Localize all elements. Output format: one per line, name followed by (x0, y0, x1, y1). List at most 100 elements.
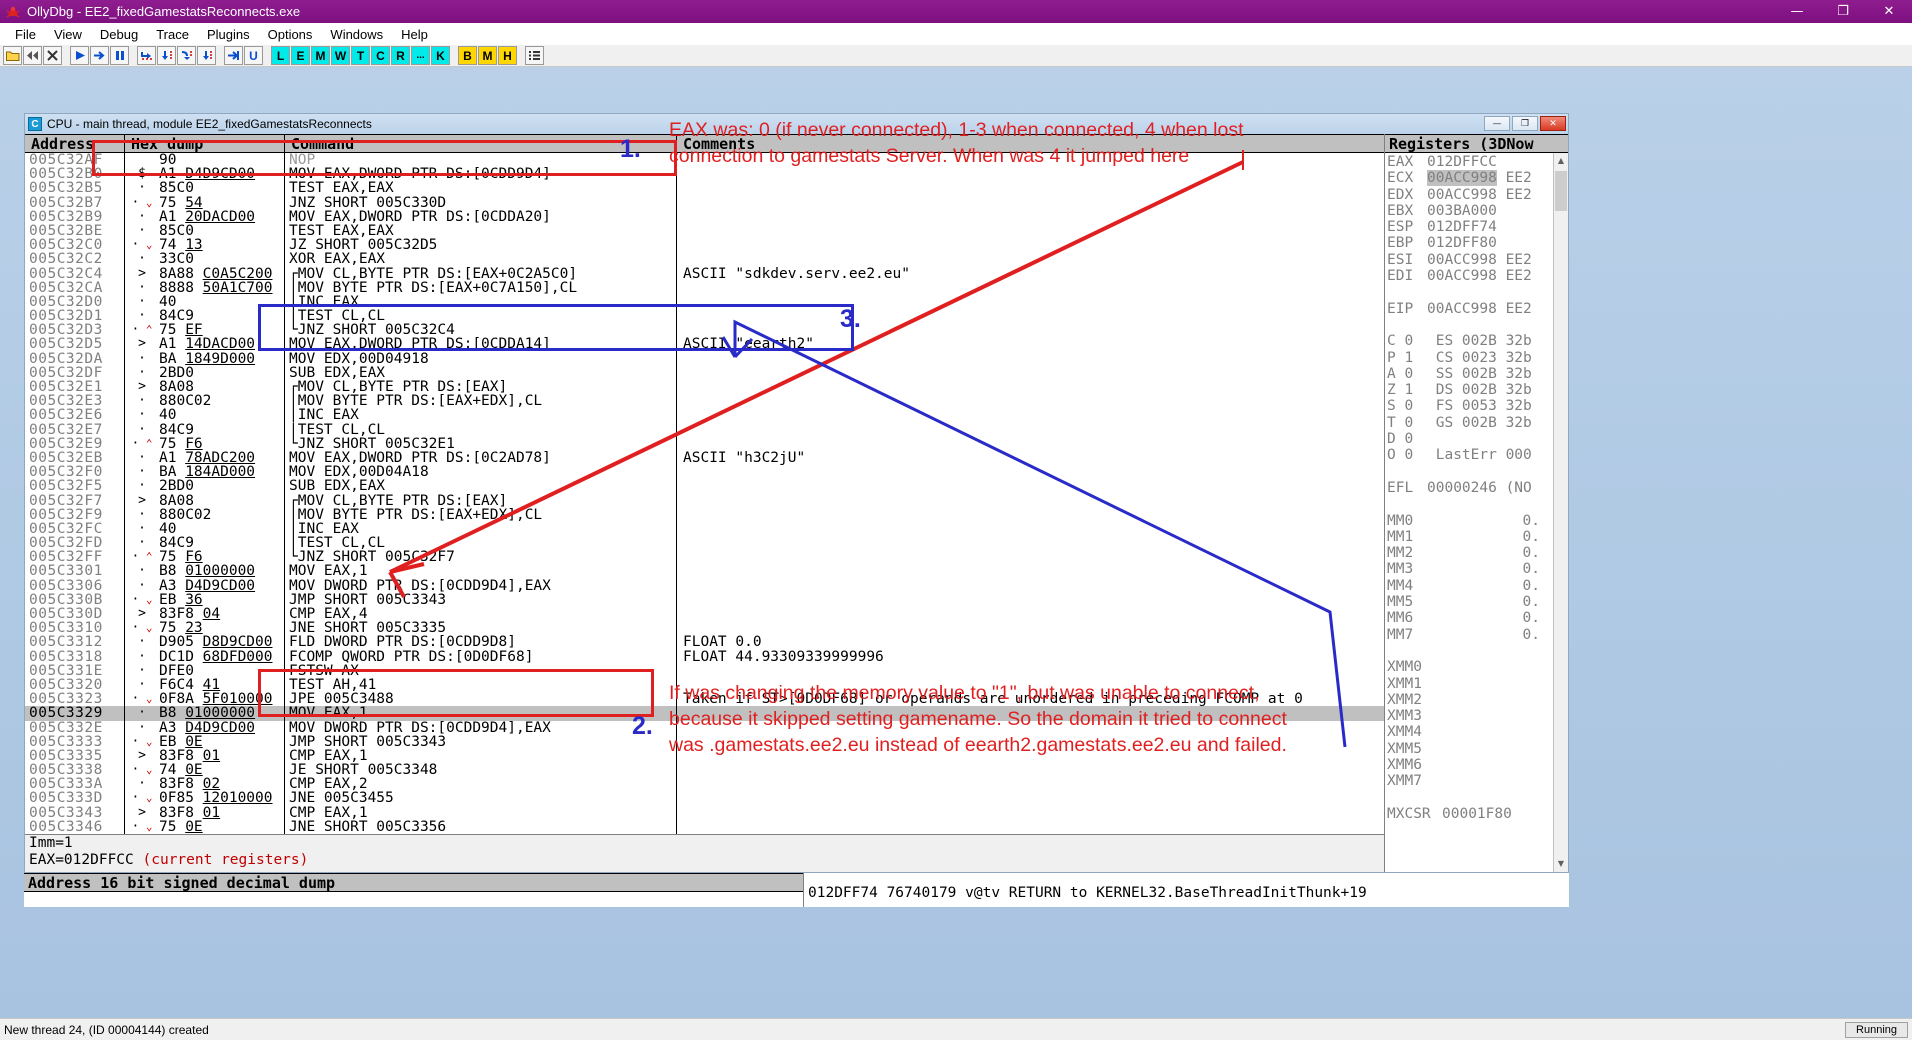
register-mm2[interactable]: MM2 0. (1387, 545, 1568, 561)
disassembly-row[interactable]: 005C3312 · D905 D8D9CD00 FLD DWORD PTR DS:[… (25, 635, 1384, 650)
disassembly-row[interactable]: 005C32D1 · 84C9 │TEST CL,CL (25, 309, 1384, 324)
step-run-icon[interactable] (90, 46, 109, 65)
disassembly-row[interactable]: 005C3320 · F6C4 41 TEST AH,41 (25, 677, 1384, 693)
scrollbar-thumb[interactable] (1555, 171, 1567, 211)
disassembly-row[interactable]: 005C3346 · ⌄ 75 0E JNE SHORT 005C3356 (25, 819, 1384, 834)
register-ecx[interactable]: ECX 00ACC998 EE2 (1387, 170, 1568, 187)
disassembly-row[interactable]: 005C331E · DFE0 FSTSW AX (25, 663, 1384, 678)
column-header-address[interactable]: Address (25, 135, 125, 152)
disassembly-row[interactable]: 005C32E6 · 40 │INC EAX (25, 408, 1384, 423)
run-trace-button[interactable]: R (391, 46, 410, 65)
register-ebx[interactable]: EBX 003BA000 (1387, 203, 1568, 219)
register-mxcsr[interactable]: MXCSR 00001F80 (1387, 806, 1568, 822)
options-list-icon[interactable] (525, 46, 544, 65)
register-edi[interactable]: EDI 00ACC998 EE2 (1387, 268, 1568, 284)
window-close-button[interactable]: ✕ (1866, 0, 1912, 23)
column-header-hexdump[interactable]: Hex dump (125, 135, 285, 152)
flag-o[interactable]: O 0 LastErr 000 (1387, 447, 1568, 463)
disassembly-row[interactable]: 005C32F5 · 2BD0 SUB EDX,EAX (25, 479, 1384, 494)
step-into-icon[interactable] (137, 46, 156, 65)
trace-over-icon[interactable] (197, 46, 216, 65)
register-xmm1[interactable]: XMM10 (1387, 676, 1568, 692)
disassembly-row[interactable]: 005C330D >83F8 04 CMP EAX,4 (25, 607, 1384, 622)
cpu-window-button[interactable]: C (371, 46, 390, 65)
register-esi[interactable]: ESI 00ACC998 EE2 (1387, 252, 1568, 268)
column-header-command[interactable]: Command (285, 135, 677, 152)
flag-a[interactable]: A 0 SS 002B 32b (1387, 366, 1568, 382)
flag-p[interactable]: P 1 CS 0023 32b (1387, 350, 1568, 366)
disassembly-listing[interactable]: 005C32AF 90 NOP 005C32B0 $ A1 D4D9CD00 MOV EAX… (25, 153, 1384, 834)
register-ebp[interactable]: EBP 012DFF80 (1387, 235, 1568, 251)
register-mm1[interactable]: MM1 0. (1387, 529, 1568, 545)
disassembly-row[interactable]: 005C32B0 $ A1 D4D9CD00 MOV EAX,DWORD PTR DS… (25, 167, 1384, 182)
menu-item-view[interactable]: View (45, 25, 91, 44)
cpu-close-button[interactable]: ✕ (1540, 116, 1566, 131)
register-mm4[interactable]: MM4 0. (1387, 578, 1568, 594)
disassembly-row[interactable]: 005C32DA · BA 1849D000 MOV EDX,00D04918 (25, 351, 1384, 366)
memory-dump-pane[interactable]: Address 16 bit signed decimal dump (24, 873, 804, 907)
disassembly-row[interactable]: 005C32CA · 8888 50A1C700 │MOV BYTE PTR DS:[… (25, 280, 1384, 295)
registers-listing[interactable]: EAX 012DFFCC ECX 00ACC998 EE2 EDX 00ACC998 EE… (1385, 153, 1568, 872)
disassembly-row[interactable]: 005C332E · A3 D4D9CD00 MOV DWORD PTR DS:[0C… (25, 720, 1384, 735)
register-xmm3[interactable]: XMM30 (1387, 708, 1568, 724)
flag-c[interactable]: C 0 ES 002B 32b (1387, 333, 1568, 349)
flag-z[interactable]: Z 1 DS 002B 32b (1387, 382, 1568, 398)
close-program-icon[interactable] (43, 46, 62, 65)
disassembly-row[interactable]: 005C32FC · 40 │INC EAX (25, 521, 1384, 537)
windows-window-button[interactable]: T (351, 46, 370, 65)
menu-item-plugins[interactable]: Plugins (198, 25, 259, 44)
restart-icon[interactable] (23, 46, 42, 65)
run-icon[interactable] (70, 46, 89, 65)
disassembly-row[interactable]: 005C3343 >83F8 01 CMP EAX,1 (25, 805, 1384, 820)
disassembly-row[interactable]: 005C3329 · B8 01000000 MOV EAX,1 (25, 706, 1384, 721)
disassembly-row[interactable]: 005C333D · ⌄ 0F85 12010000 JNE 005C3455 (25, 791, 1384, 806)
user-code-button[interactable]: U (244, 46, 263, 65)
register-xmm4[interactable]: XMM40 (1387, 724, 1568, 740)
stack-pane[interactable]: 012DFF74 76740179 v@tv RETURN to KERNEL3… (804, 873, 1569, 907)
scroll-down-icon[interactable]: ▼ (1554, 856, 1568, 872)
executables-window-button[interactable]: E (291, 46, 310, 65)
log-window-button[interactable]: L (271, 46, 290, 65)
disassembly-row[interactable]: 005C32BE · 85C0 TEST EAX,EAX (25, 223, 1384, 239)
column-header-comments[interactable]: Comments (677, 135, 1384, 152)
pause-icon[interactable] (110, 46, 129, 65)
execute-till-return-icon[interactable] (224, 46, 243, 65)
breakpoints-button[interactable]: B (458, 46, 477, 65)
open-folder-icon[interactable] (3, 46, 22, 65)
register-xmm7[interactable]: XMM70 (1387, 773, 1568, 789)
disassembly-row[interactable]: 005C32E7 · 84C9 │TEST CL,CL (25, 422, 1384, 437)
disassembly-row[interactable]: 005C32D0 · 40 │INC EAX (25, 294, 1384, 310)
register-efl[interactable]: EFL 00000246 (NO (1387, 480, 1568, 496)
flag-t[interactable]: T 0 GS 002B 32b (1387, 415, 1568, 431)
menu-item-options[interactable]: Options (259, 25, 322, 44)
disassembly-row[interactable]: 005C32B7 · ⌄ 75 54 JNZ SHORT 005C330D (25, 195, 1384, 210)
register-xmm6[interactable]: XMM60 (1387, 757, 1568, 773)
register-mm5[interactable]: MM5 0. (1387, 594, 1568, 610)
disassembly-row[interactable]: 005C32C0 · ⌄ 74 13 JZ SHORT 005C32D5 (25, 238, 1384, 253)
register-esp[interactable]: ESP 012DFF74 (1387, 219, 1568, 235)
window-minimize-button[interactable]: — (1774, 0, 1820, 23)
register-mm7[interactable]: MM7 0. (1387, 627, 1568, 643)
threads-window-button[interactable]: W (331, 46, 350, 65)
disassembly-row[interactable]: 005C32EB · A1 78ADC200 MOV EAX,DWORD PTR DS… (25, 450, 1384, 466)
disassembly-row[interactable]: 005C32D3 · ⌃ 75 EF └JNZ SHORT 005C32C4 (25, 323, 1384, 338)
disassembly-row[interactable]: 005C32DF · 2BD0 SUB EDX,EAX (25, 365, 1384, 380)
memory-map-button[interactable]: M (478, 46, 497, 65)
menu-item-file[interactable]: File (6, 25, 45, 44)
memory-window-button[interactable]: M (311, 46, 330, 65)
menu-item-trace[interactable]: Trace (147, 25, 198, 44)
step-over-icon[interactable] (157, 46, 176, 65)
menu-item-debug[interactable]: Debug (91, 25, 147, 44)
cpu-minimize-button[interactable]: — (1484, 116, 1510, 131)
disassembly-row[interactable]: 005C3318 · DC1D 68DFD000 FCOMP QWORD PTR DS… (25, 649, 1384, 664)
cpu-maximize-button[interactable]: ❐ (1512, 116, 1538, 131)
register-xmm0[interactable]: XMM00 (1387, 659, 1568, 675)
register-eip[interactable]: EIP 00ACC998 EE2 (1387, 301, 1568, 317)
register-mm3[interactable]: MM3 0. (1387, 561, 1568, 577)
disassembly-row[interactable]: 005C32C4 >8A88 C0A5C200 ┌MOV CL,BYTE PTR D… (25, 266, 1384, 281)
disassembly-row[interactable]: 005C32F7 >8A08 ┌MOV CL,BYTE PTR DS:[EAX] (25, 493, 1384, 508)
disassembly-row[interactable]: 005C32F0 · BA 184AD000 MOV EDX,00D04A18 (25, 465, 1384, 480)
patches-button[interactable]: ... (411, 46, 430, 65)
register-mm0[interactable]: MM0 0. (1387, 513, 1568, 529)
disassembly-row[interactable]: 005C32D5 > A1 14DACD00 MOV EAX,DWORD PTR DS… (25, 337, 1384, 352)
